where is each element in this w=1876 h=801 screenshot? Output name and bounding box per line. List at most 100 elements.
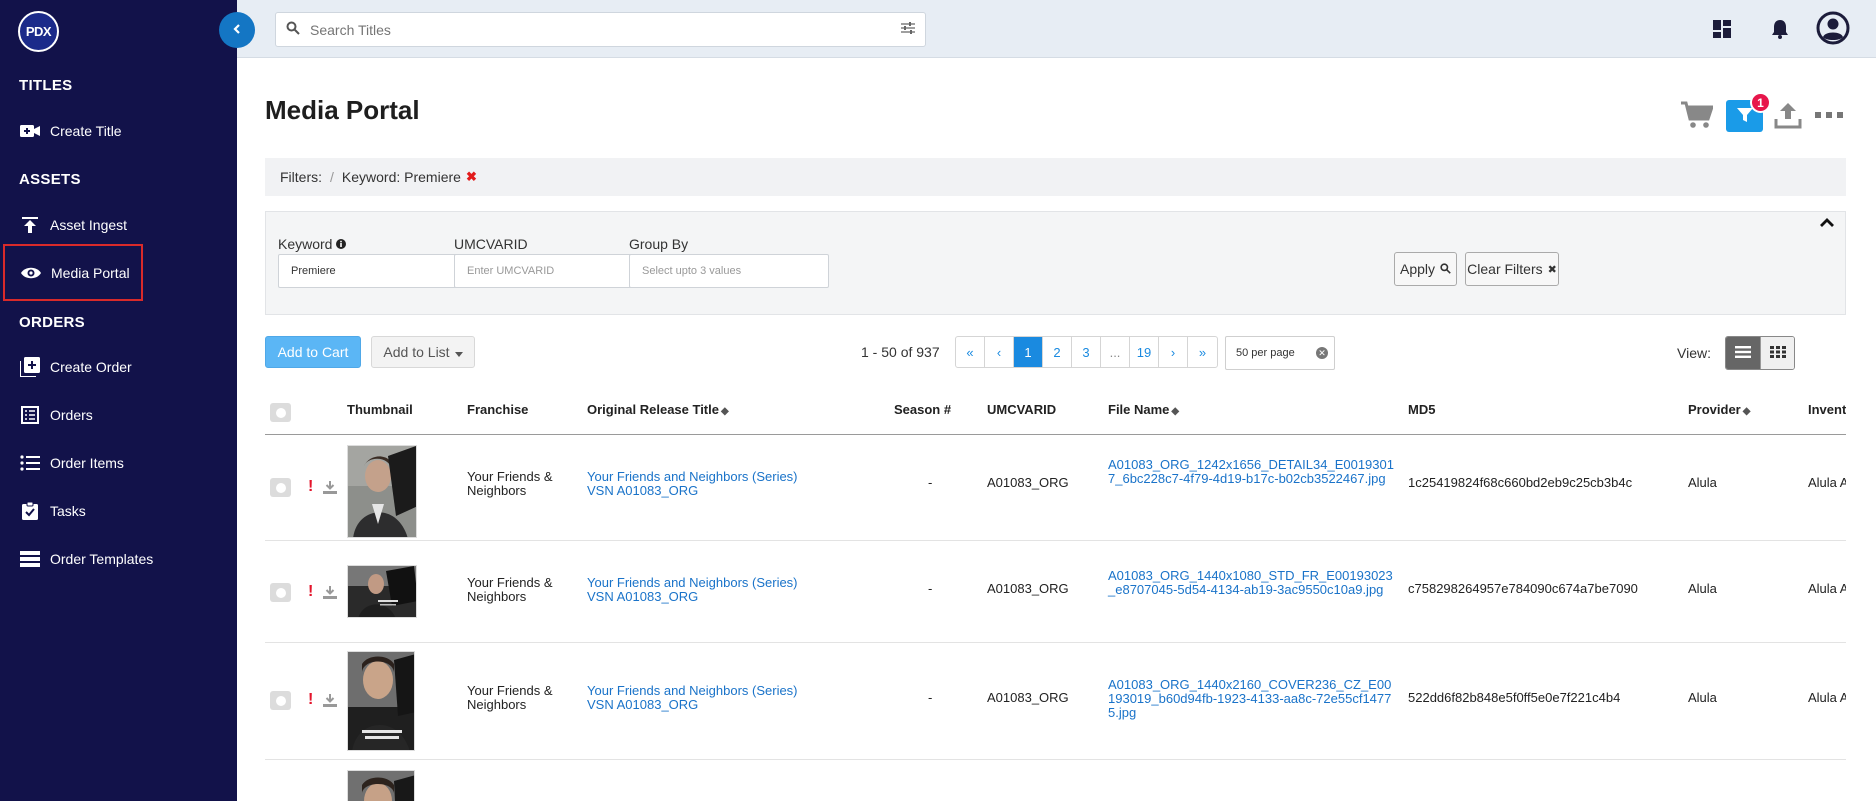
remove-filter-icon[interactable]: ✖ xyxy=(466,169,477,185)
title-link[interactable]: Your Friends and Neighbors (Series) VSN … xyxy=(587,684,827,712)
col-file-name[interactable]: File Name ◆ xyxy=(1108,402,1179,417)
col-original-release-title[interactable]: Original Release Title ◆ xyxy=(587,402,729,417)
thumbnail-image[interactable] xyxy=(347,445,417,538)
sort-icon: ◆ xyxy=(1742,406,1751,417)
download-icon[interactable] xyxy=(323,694,337,710)
add-video-icon xyxy=(19,121,41,141)
sidebar-item-media-portal[interactable]: Media Portal xyxy=(3,244,143,301)
sidebar-item-orders[interactable]: Orders xyxy=(0,398,237,432)
file-name-link[interactable]: A01083_ORG_1242x1656_DETAIL34_E00193017_… xyxy=(1108,458,1398,486)
bell-icon[interactable] xyxy=(1765,13,1795,45)
add-to-list-button[interactable]: Add to List xyxy=(371,336,475,368)
sidebar-item-create-order[interactable]: Create Order xyxy=(0,350,237,384)
pdx-logo[interactable]: PDX xyxy=(18,11,59,52)
row-checkbox[interactable] xyxy=(270,583,291,602)
sidebar-item-order-items[interactable]: Order Items xyxy=(0,446,237,480)
season-cell: - xyxy=(928,581,933,596)
sidebar-item-label: Tasks xyxy=(50,503,86,519)
title-link[interactable]: Your Friends and Neighbors (Series) VSN … xyxy=(587,576,827,604)
col-franchise: Franchise xyxy=(467,402,529,417)
franchise-cell: Your Friends & Neighbors xyxy=(467,469,553,498)
sidebar-item-label: Asset Ingest xyxy=(50,217,128,233)
umcvarid-input[interactable] xyxy=(454,254,654,288)
table-row xyxy=(265,760,1846,801)
page-2[interactable]: 2 xyxy=(1043,337,1072,367)
more-icon[interactable] xyxy=(1814,98,1844,132)
sidebar-item-create-title[interactable]: Create Title xyxy=(0,114,237,148)
page-1[interactable]: 1 xyxy=(1014,337,1043,367)
close-icon: ✖ xyxy=(1547,263,1557,276)
umcvarid-cell: A01083_ORG xyxy=(987,581,1069,596)
col-thumbnail: Thumbnail xyxy=(347,402,413,417)
groupby-label: Group By xyxy=(629,236,689,252)
provider-cell: Alula xyxy=(1688,690,1717,705)
inventory-cell: Alula A xyxy=(1808,581,1846,596)
franchise-cell: Your Friends & Neighbors xyxy=(467,575,553,604)
col-inventory: Invent xyxy=(1808,402,1846,417)
md5-cell: 1c25419824f68c660bd2eb9c25cb3b4c xyxy=(1408,475,1633,490)
inventory-cell: Alula A xyxy=(1808,690,1846,705)
list-box-icon xyxy=(19,405,41,425)
groupby-select[interactable] xyxy=(629,254,829,288)
page-19[interactable]: 19 xyxy=(1130,337,1159,367)
add-to-cart-button[interactable]: Add to Cart xyxy=(265,336,361,368)
eye-icon xyxy=(20,263,42,283)
download-icon[interactable] xyxy=(323,586,337,602)
keyword-input[interactable] xyxy=(278,254,478,288)
grid-view-button[interactable] xyxy=(1760,337,1794,369)
filters-label: Filters: xyxy=(280,169,322,185)
thumbnail-image[interactable] xyxy=(347,565,417,618)
umcvarid-cell: A01083_ORG xyxy=(987,475,1069,490)
row-checkbox[interactable] xyxy=(270,691,291,710)
user-avatar-icon[interactable] xyxy=(1815,11,1851,45)
sidebar-collapse-button[interactable] xyxy=(219,12,255,48)
title-link[interactable]: Your Friends and Neighbors (Series) VSN … xyxy=(587,470,827,498)
page-3[interactable]: 3 xyxy=(1072,337,1101,367)
clear-filters-button[interactable]: Clear Filters ✖ xyxy=(1465,252,1559,286)
per-page-select[interactable]: 50 per page ✕ xyxy=(1225,336,1335,370)
file-name-link[interactable]: A01083_ORG_1440x2160_COVER236_CZ_E001930… xyxy=(1108,678,1398,720)
apply-button[interactable]: Apply xyxy=(1394,252,1457,286)
thumbnail-image[interactable] xyxy=(347,651,415,751)
select-all-checkbox[interactable] xyxy=(270,403,291,422)
clear-icon[interactable]: ✕ xyxy=(1316,347,1328,359)
result-range: 1 - 50 of 937 xyxy=(861,344,940,360)
info-icon[interactable] xyxy=(336,236,347,252)
upload-tray-icon[interactable] xyxy=(1773,98,1803,132)
col-provider[interactable]: Provider ◆ xyxy=(1688,402,1750,417)
col-season: Season # xyxy=(894,402,952,417)
row-checkbox[interactable] xyxy=(270,478,291,497)
download-icon[interactable] xyxy=(323,481,337,497)
col-umcvarid: UMCVARID xyxy=(987,402,1057,417)
caret-down-icon xyxy=(454,344,463,360)
page-last[interactable]: » xyxy=(1188,337,1217,367)
sidebar-item-label: Create Order xyxy=(50,359,132,375)
filter-button[interactable]: 1 xyxy=(1726,92,1771,132)
filter-panel: Keyword UMCVARID Group By Apply Clear Fi… xyxy=(265,211,1846,315)
tune-icon[interactable] xyxy=(901,22,915,37)
sidebar-item-asset-ingest[interactable]: Asset Ingest xyxy=(0,208,237,242)
breadcrumb-separator: / xyxy=(330,169,334,185)
sidebar-item-tasks[interactable]: Tasks xyxy=(0,494,237,528)
sidebar-item-label: Order Items xyxy=(50,455,124,471)
clipboard-check-icon xyxy=(19,501,41,521)
applied-filters-bar: Filters: / Keyword: Premiere ✖ xyxy=(265,158,1846,196)
page-next[interactable]: › xyxy=(1159,337,1188,367)
search-input[interactable] xyxy=(310,21,901,38)
page-ellipsis: ... xyxy=(1101,337,1130,367)
sidebar-item-order-templates[interactable]: Order Templates xyxy=(0,542,237,576)
page-first[interactable]: « xyxy=(956,337,985,367)
results-table: Thumbnail Franchise Original Release Tit… xyxy=(265,384,1846,801)
provider-cell: Alula xyxy=(1688,475,1717,490)
cart-icon[interactable] xyxy=(1680,98,1714,132)
dashboard-icon[interactable] xyxy=(1707,13,1737,45)
list-view-button[interactable] xyxy=(1726,337,1760,369)
sidebar-item-label: Order Templates xyxy=(50,551,154,567)
table-row: ! Your Friends & Neighbors Your Friends … xyxy=(265,435,1846,541)
file-name-link[interactable]: A01083_ORG_1440x1080_STD_FR_E00193023_e8… xyxy=(1108,569,1398,597)
add-to-list-label: Add to List xyxy=(383,344,450,360)
page-prev[interactable]: ‹ xyxy=(985,337,1014,367)
main-content: Media Portal 1 Filters: / Keyword: Premi… xyxy=(237,58,1876,801)
thumbnail-image[interactable] xyxy=(347,770,415,801)
chevron-up-icon[interactable] xyxy=(1819,217,1835,232)
